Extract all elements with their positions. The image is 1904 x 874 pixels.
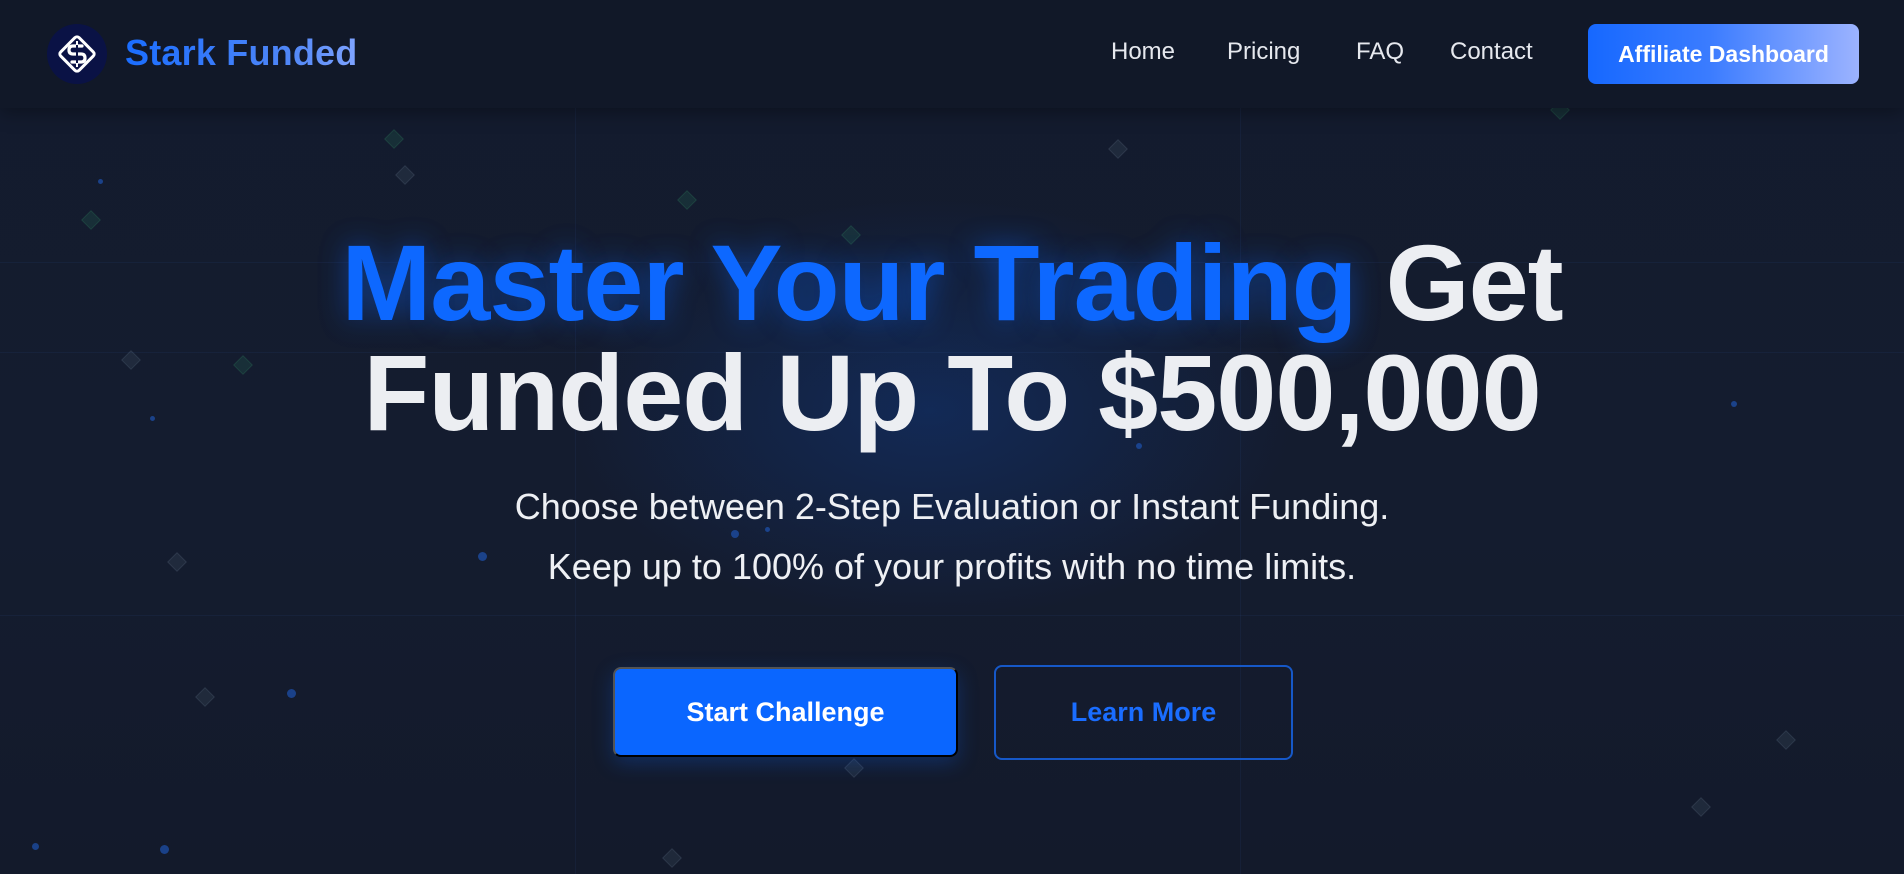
logo[interactable] (47, 24, 107, 84)
nav-faq-link[interactable]: FAQ (1356, 38, 1404, 66)
brand-name[interactable]: Stark Funded (125, 32, 357, 74)
bg-diamond (677, 190, 697, 210)
grid-line (0, 615, 1904, 616)
bg-diamond (395, 165, 415, 185)
nav-pricing-link[interactable]: Pricing (1227, 38, 1300, 66)
bg-diamond (1776, 730, 1796, 750)
nav-contact-link[interactable]: Contact (1450, 38, 1533, 66)
hero-subtitle-line2: Keep up to 100% of your profits with no … (547, 546, 1357, 587)
hero-title-line1-rest: Get (1385, 222, 1564, 343)
hero-title: Master Your Trading Get Funded Up To $50… (0, 228, 1904, 448)
bg-diamond (81, 210, 101, 230)
bg-dot (287, 689, 296, 698)
bg-diamond (662, 848, 682, 868)
bg-dot (731, 530, 739, 538)
bg-diamond (1108, 139, 1128, 159)
start-challenge-button[interactable]: Start Challenge (613, 667, 958, 757)
hero-title-line2: Funded Up To $500,000 (363, 332, 1541, 453)
hero-title-accent: Master Your Trading (341, 222, 1357, 343)
hero-subtitle-line1: Choose between 2-Step Evaluation or Inst… (514, 486, 1390, 527)
nav-home-link[interactable]: Home (1111, 38, 1175, 66)
bg-diamond (1691, 797, 1711, 817)
learn-more-button[interactable]: Learn More (994, 665, 1293, 760)
bg-diamond (384, 129, 404, 149)
bg-dot (160, 845, 169, 854)
bg-diamond (844, 758, 864, 778)
bg-dot (98, 179, 103, 184)
bg-diamond (195, 687, 215, 707)
affiliate-dashboard-button[interactable]: Affiliate Dashboard (1588, 24, 1859, 84)
dollar-s-logo-icon (58, 35, 96, 73)
bg-dot (32, 843, 39, 850)
top-navbar: Stark Funded Home Pricing FAQ Contact Af… (0, 0, 1904, 108)
